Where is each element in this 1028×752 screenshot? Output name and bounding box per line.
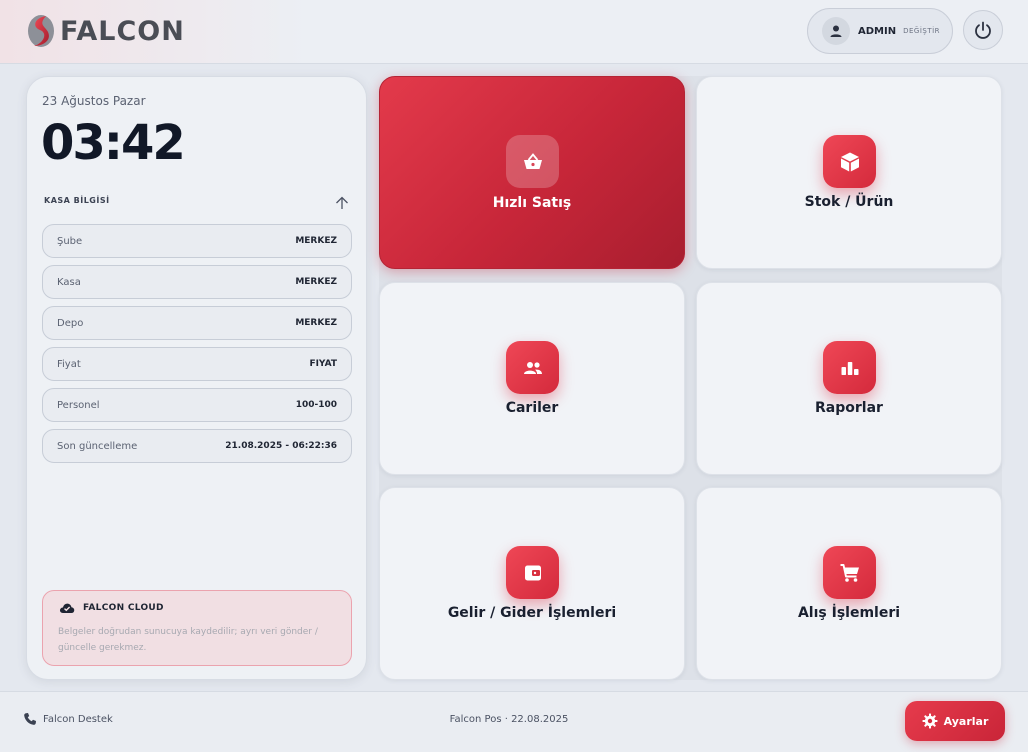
info-value: FIYAT [309,359,337,369]
basket-icon [506,135,559,188]
tile-stok-urun[interactable]: Stok / Ürün [696,76,1002,269]
tile-label: Hızlı Satış [492,195,572,211]
info-value: 100-100 [295,400,337,410]
tile-cariler[interactable]: Cariler [379,282,685,475]
info-row-kasa: Kasa MERKEZ [42,265,352,299]
settings-button[interactable]: Ayarlar [905,701,1005,741]
kasa-info-title: KASA BİLGİSİ [44,196,110,205]
info-label: Fiyat [57,358,81,370]
info-row-fiyat: Fiyat FIYAT [42,347,352,381]
info-row-last-update: Son güncelleme 21.08.2025 - 06:22:36 [42,429,352,463]
tile-raporlar[interactable]: Raporlar [696,282,1002,475]
tile-label: Stok / Ürün [804,194,894,210]
info-row-sube: Şube MERKEZ [42,224,352,258]
info-value: 21.08.2025 - 06:22:36 [225,441,337,451]
tile-label: Alış İşlemleri [797,605,901,621]
info-row-personel: Personel 100-100 [42,388,352,422]
cloud-description: Belgeler doğrudan sunucuya kaydedilir; a… [58,627,318,653]
user-switch-label: DEĞİŞTİR [903,27,941,35]
arrow-up-icon[interactable] [334,195,350,211]
user-switch-button[interactable]: ADMIN DEĞİŞTİR [807,8,953,54]
info-value: MERKEZ [295,318,337,328]
user-name: ADMIN [858,25,897,37]
bar-chart-icon [823,341,876,394]
current-date: 23 Ağustos Pazar [42,94,146,108]
people-icon [506,341,559,394]
tile-label: Cariler [505,400,559,416]
footer-version: Falcon Pos · 22.08.2025 [449,714,569,725]
info-value: MERKEZ [295,277,337,287]
settings-label: Ayarlar [943,714,989,728]
info-value: MERKEZ [295,236,337,246]
clock: 03:42 [41,115,186,171]
user-avatar-icon [822,17,850,45]
wallet-icon [506,546,559,599]
cloud-check-icon [59,603,75,613]
tile-label: Gelir / Gider İşlemleri [447,605,617,621]
falcon-logo: FALCON [26,12,185,50]
footer: Falcon Destek Falcon Pos · 22.08.2025 Ay… [0,691,1028,752]
info-label: Personel [57,399,100,411]
gear-icon [922,713,938,729]
cloud-title: FALCON CLOUD [83,603,164,613]
tile-hizli-satis[interactable]: Hızlı Satış [379,76,685,269]
info-label: Son güncelleme [57,440,138,452]
info-row-depo: Depo MERKEZ [42,306,352,340]
cart-icon [823,546,876,599]
header: FALCON ADMIN DEĞİŞTİR [0,0,1028,64]
power-icon [975,21,991,39]
info-label: Kasa [57,276,81,288]
info-label: Depo [57,317,84,329]
box-icon [823,135,876,188]
register-info-panel: 23 Ağustos Pazar 03:42 KASA BİLGİSİ Şube… [26,76,367,680]
tile-label: Raporlar [815,400,883,416]
power-button[interactable] [963,10,1003,50]
tile-gelir-gider[interactable]: Gelir / Gider İşlemleri [379,487,685,680]
tile-alis-islemleri[interactable]: Alış İşlemleri [696,487,1002,680]
info-label: Şube [57,235,83,247]
falcon-logo-mark-icon [28,15,54,47]
logo-text: FALCON [60,15,185,47]
falcon-cloud-notice: FALCON CLOUD Belgeler doğrudan sunucuya … [42,590,352,666]
